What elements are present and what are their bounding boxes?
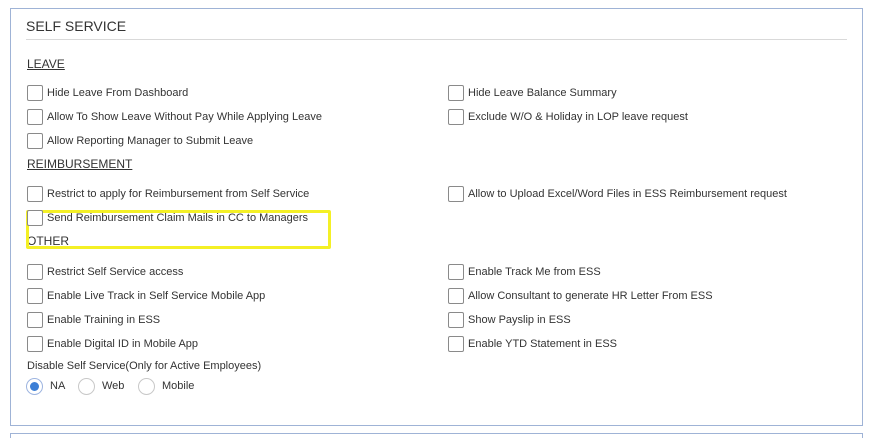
checkbox[interactable] — [27, 109, 43, 125]
checkbox[interactable] — [448, 109, 464, 125]
radio-button[interactable] — [78, 377, 95, 395]
option-label: Exclude W/O & Holiday in LOP leave reque… — [468, 111, 688, 123]
checkbox[interactable] — [448, 85, 464, 101]
checkbox[interactable] — [27, 210, 43, 226]
option-allow-show-lwp[interactable]: Allow To Show Leave Without Pay While Ap… — [27, 108, 322, 126]
section-heading-reimbursement: REIMBURSEMENT — [27, 157, 133, 171]
checkbox[interactable] — [27, 288, 43, 304]
radio-web[interactable]: Web — [78, 377, 124, 395]
option-allow-rm-submit-leave[interactable]: Allow Reporting Manager to Submit Leave — [27, 132, 253, 150]
radio-mobile[interactable]: Mobile — [138, 377, 194, 395]
radio-na[interactable]: NA — [26, 377, 65, 395]
option-label: Restrict Self Service access — [47, 266, 184, 278]
option-label: Enable Digital ID in Mobile App — [47, 338, 199, 350]
self-service-panel: SELF SERVICE LEAVE Hide Leave From Dashb… — [10, 8, 863, 426]
option-label: Send Reimbursement Claim Mails in CC to … — [47, 212, 309, 224]
checkbox[interactable] — [27, 336, 43, 352]
option-label: Enable Live Track in Self Service Mobile… — [47, 290, 266, 302]
checkbox[interactable] — [448, 288, 464, 304]
checkbox[interactable] — [448, 264, 464, 280]
option-label: Allow Consultant to generate HR Letter F… — [468, 290, 713, 302]
option-restrict-self-service-access[interactable]: Restrict Self Service access — [27, 263, 183, 281]
option-restrict-reimbursement[interactable]: Restrict to apply for Reimbursement from… — [27, 185, 309, 203]
section-heading-leave: LEAVE — [27, 57, 65, 71]
option-allow-upload-excel-word[interactable]: Allow to Upload Excel/Word Files in ESS … — [448, 185, 787, 203]
option-exclude-wo-holiday[interactable]: Exclude W/O & Holiday in LOP leave reque… — [448, 108, 688, 126]
checkbox[interactable] — [27, 186, 43, 202]
option-hide-leave-balance-summary[interactable]: Hide Leave Balance Summary — [448, 84, 617, 102]
option-label: Allow Reporting Manager to Submit Leave — [47, 135, 254, 147]
checkbox[interactable] — [27, 312, 43, 328]
option-label: Enable Track Me from ESS — [468, 266, 601, 278]
option-enable-track-me[interactable]: Enable Track Me from ESS — [448, 263, 601, 281]
option-show-payslip[interactable]: Show Payslip in ESS — [448, 311, 571, 329]
panel-title: SELF SERVICE — [26, 18, 127, 34]
checkbox[interactable] — [448, 312, 464, 328]
option-label: Hide Leave Balance Summary — [468, 87, 617, 99]
radio-label: NA — [50, 380, 66, 392]
radio-label: Web — [102, 380, 125, 392]
radio-label: Mobile — [162, 380, 195, 392]
radio-button-selected[interactable] — [26, 377, 43, 395]
option-label: Allow To Show Leave Without Pay While Ap… — [47, 111, 322, 123]
panel-divider — [26, 39, 847, 40]
option-label: Hide Leave From Dashboard — [47, 87, 189, 99]
radio-button[interactable] — [138, 377, 155, 395]
option-label: Show Payslip in ESS — [468, 314, 571, 326]
option-enable-digital-id[interactable]: Enable Digital ID in Mobile App — [27, 335, 198, 353]
option-enable-live-track[interactable]: Enable Live Track in Self Service Mobile… — [27, 287, 265, 305]
option-label: Enable Training in ESS — [47, 314, 161, 326]
disable-self-service-label: Disable Self Service(Only for Active Emp… — [27, 360, 262, 372]
option-enable-training[interactable]: Enable Training in ESS — [27, 311, 160, 329]
checkbox[interactable] — [27, 264, 43, 280]
option-send-claim-mails-cc[interactable]: Send Reimbursement Claim Mails in CC to … — [27, 209, 308, 227]
next-panel-edge — [10, 433, 863, 438]
checkbox[interactable] — [27, 85, 43, 101]
option-label: Enable YTD Statement in ESS — [468, 338, 617, 350]
option-hide-leave-from-dashboard[interactable]: Hide Leave From Dashboard — [27, 84, 188, 102]
radio-selected-dot — [30, 381, 39, 391]
checkbox[interactable] — [27, 133, 43, 149]
option-allow-consultant-hr-letter[interactable]: Allow Consultant to generate HR Letter F… — [448, 287, 713, 305]
option-label: Allow to Upload Excel/Word Files in ESS … — [468, 188, 787, 200]
option-enable-ytd-statement[interactable]: Enable YTD Statement in ESS — [448, 335, 617, 353]
checkbox[interactable] — [448, 336, 464, 352]
checkbox[interactable] — [448, 186, 464, 202]
option-label: Restrict to apply for Reimbursement from… — [47, 188, 310, 200]
